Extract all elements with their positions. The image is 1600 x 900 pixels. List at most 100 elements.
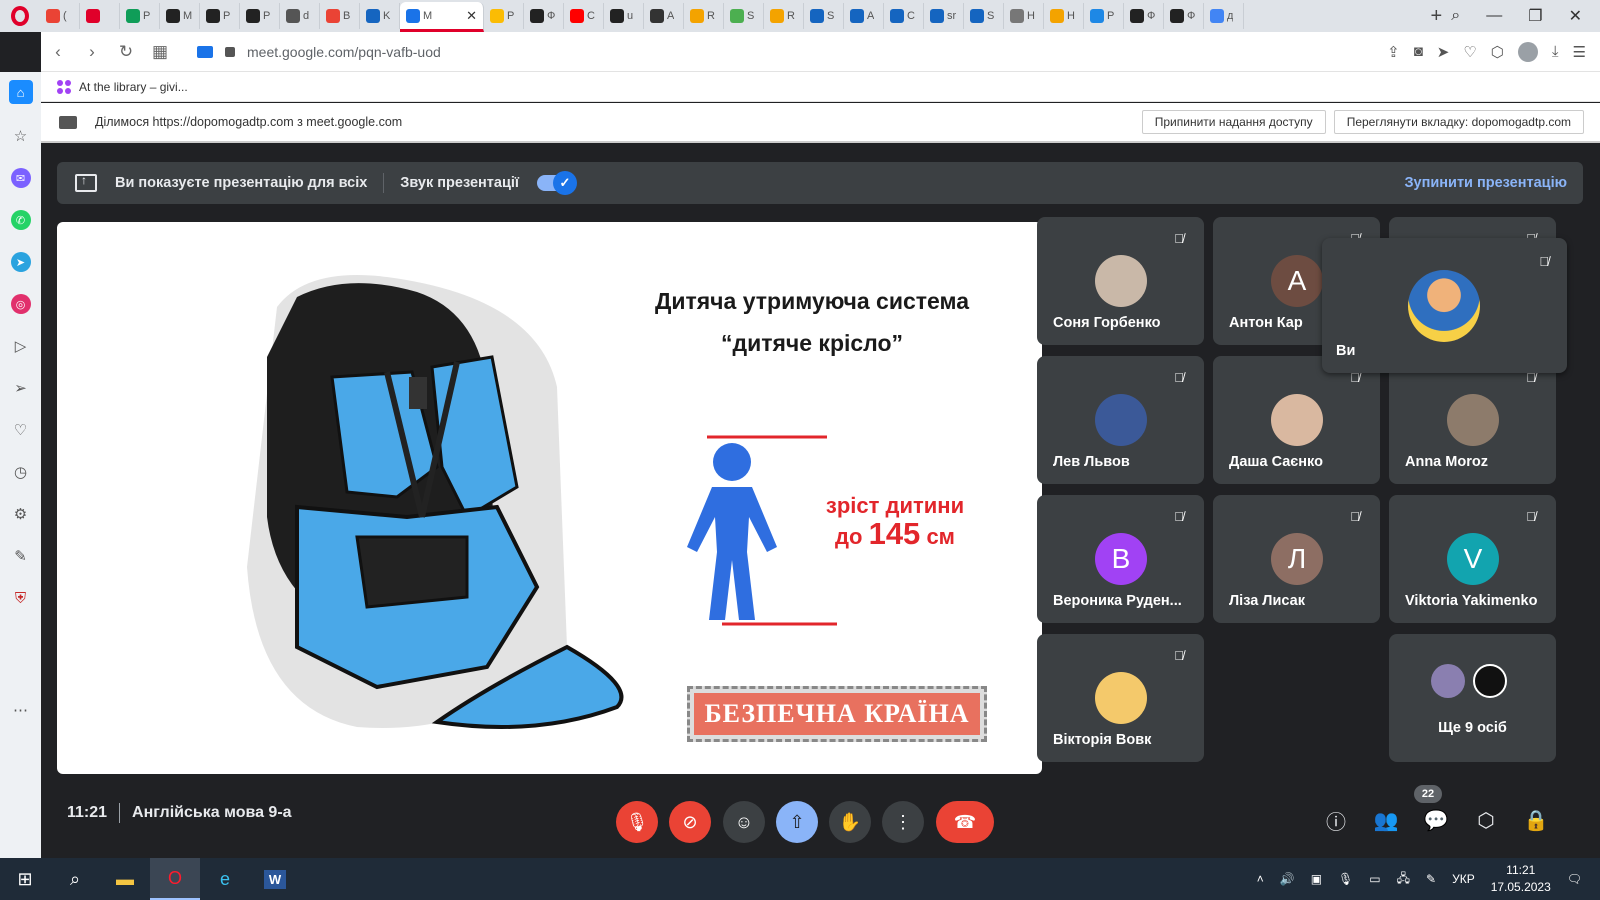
tips-icon[interactable]: ✎ [11, 546, 31, 566]
browser-tab[interactable]: S [724, 3, 764, 29]
minimize-button[interactable]: — [1486, 7, 1502, 25]
history-icon[interactable]: ◷ [11, 462, 31, 482]
edge-taskbar-button[interactable]: e [200, 858, 250, 900]
browser-tab[interactable]: B [320, 3, 360, 29]
browser-tab[interactable]: P [240, 3, 280, 29]
present-now-button[interactable]: ⇧ [776, 801, 818, 843]
leave-call-button[interactable]: ☎ [936, 801, 994, 843]
favorites-icon[interactable]: ♡ [11, 420, 31, 440]
snapshot-icon[interactable]: ◙ [1414, 43, 1423, 60]
browser-tab[interactable]: C [884, 3, 924, 29]
star-icon[interactable]: ☆ [11, 126, 31, 146]
telegram-icon[interactable]: ➤ [10, 252, 31, 272]
cube-icon[interactable]: ⬡ [1491, 43, 1504, 61]
settings-icon[interactable]: ⚙ [11, 504, 31, 524]
participant-tile[interactable]: 🎙̸ Anna Moroz [1389, 356, 1556, 484]
participant-tile[interactable]: 🎙̸ Соня Горбенко [1037, 217, 1204, 345]
file-explorer-button[interactable]: ▬ [100, 858, 150, 900]
close-window-button[interactable]: ✕ [1569, 6, 1582, 26]
battery-icon[interactable]: ▭ [1369, 872, 1380, 886]
browser-tab[interactable]: R [764, 3, 804, 29]
browser-tab[interactable]: R [684, 3, 724, 29]
browser-tab[interactable] [80, 3, 120, 29]
bookmark-item[interactable]: At the library – givi... [79, 80, 188, 94]
pen-icon[interactable]: ✎ [1426, 872, 1436, 886]
browser-tab[interactable]: M ✕ [400, 2, 484, 32]
browser-tab[interactable]: u [604, 3, 644, 29]
more-options-button[interactable]: ⋮ [882, 801, 924, 843]
back-button[interactable]: ‹ [41, 42, 75, 62]
browser-tab[interactable]: S [964, 3, 1004, 29]
player-icon[interactable]: ▷ [11, 336, 31, 356]
send-icon[interactable]: ➤ [1437, 43, 1450, 61]
adblock-icon[interactable]: ⛨ [11, 588, 31, 608]
meet-tray-icon[interactable]: ▣ [1311, 872, 1322, 886]
presentation-audio-toggle[interactable]: ✓ [537, 171, 577, 195]
more-participants-tile[interactable]: Ще 9 осіб [1389, 634, 1556, 762]
browser-tab[interactable]: S [804, 3, 844, 29]
browser-tab[interactable]: ( [40, 3, 80, 29]
volume-icon[interactable]: 🔊 [1280, 872, 1295, 886]
participant-tile[interactable]: 🎙̸ Лев Львов [1037, 356, 1204, 484]
browser-tab[interactable]: H [1044, 3, 1084, 29]
instagram-icon[interactable]: ◎ [10, 294, 31, 314]
stop-presenting-button[interactable]: Зупинити презентацію [1404, 175, 1567, 191]
microphone-toggle-button[interactable]: 🎙 [616, 801, 658, 843]
browser-tab[interactable]: P [200, 3, 240, 29]
home-icon[interactable]: ⌂ [8, 80, 33, 104]
browser-tab[interactable]: H [1004, 3, 1044, 29]
maximize-button[interactable]: ❐ [1528, 6, 1542, 26]
easy-setup-icon[interactable]: ☰ [1573, 43, 1586, 61]
host-controls-button[interactable]: 🔒 [1521, 805, 1551, 835]
chat-button[interactable]: 💬 [1421, 805, 1451, 835]
flow-icon[interactable]: ➢ [11, 378, 31, 398]
meeting-details-button[interactable]: ⓘ [1321, 805, 1351, 835]
forward-button[interactable]: › [75, 42, 109, 62]
download-icon[interactable]: ⤓ [1552, 43, 1559, 60]
word-taskbar-button[interactable]: W [250, 858, 300, 900]
participant-tile[interactable]: V 🎙̸ Viktoria Yakimenko [1389, 495, 1556, 623]
language-indicator[interactable]: УКР [1452, 872, 1475, 886]
messenger-icon[interactable]: ✉ [10, 168, 31, 188]
close-tab-icon[interactable]: ✕ [466, 8, 477, 24]
share-icon[interactable]: ⇪ [1387, 43, 1400, 61]
browser-tab[interactable]: Ф [1124, 3, 1164, 29]
reload-button[interactable]: ↻ [109, 42, 143, 62]
self-view-tile[interactable]: 🎙̸ Ви [1322, 238, 1567, 373]
participant-tile[interactable]: Л 🎙̸ Ліза Лисак [1213, 495, 1380, 623]
browser-tab[interactable]: P [484, 3, 524, 29]
browser-tab[interactable]: д [1204, 3, 1244, 29]
stop-sharing-button[interactable]: Припинити надання доступу [1141, 110, 1326, 134]
opera-taskbar-button[interactable]: O [150, 858, 200, 900]
new-tab-button[interactable]: + [1421, 5, 1451, 28]
browser-tab[interactable]: C [564, 3, 604, 29]
search-tabs-icon[interactable]: ⌕ [1451, 7, 1460, 25]
browser-tab[interactable]: Ф [1164, 3, 1204, 29]
participant-tile[interactable]: 🎙̸ Вікторія Вовк [1037, 634, 1204, 762]
notifications-icon[interactable]: 🗨 [1567, 872, 1582, 886]
browser-tab[interactable]: P [1084, 3, 1124, 29]
browser-tab[interactable]: A [844, 3, 884, 29]
browser-tab[interactable]: K [360, 3, 400, 29]
opera-menu-button[interactable] [0, 0, 40, 32]
browser-tab[interactable]: P [120, 3, 160, 29]
microphone-icon[interactable]: 🎙 [1338, 872, 1353, 886]
system-clock[interactable]: 11:21 17.05.2023 [1491, 862, 1551, 896]
activities-button[interactable]: ⬡ [1471, 805, 1501, 835]
browser-tab[interactable]: M [160, 3, 200, 29]
browser-tab[interactable]: A [644, 3, 684, 29]
lock-icon[interactable] [225, 46, 235, 57]
network-icon[interactable]: 🖧 [1397, 869, 1410, 890]
chevron-up-icon[interactable]: ˄ [1257, 872, 1264, 886]
heart-icon[interactable]: ♡ [1463, 43, 1476, 61]
participant-tile[interactable]: В 🎙̸ Вероника Руден... [1037, 495, 1204, 623]
search-button[interactable]: ⌕ [50, 858, 100, 900]
browser-tab[interactable]: Ф [524, 3, 564, 29]
start-button[interactable]: ⊞ [0, 858, 50, 900]
view-shared-tab-button[interactable]: Переглянути вкладку: dopomogadtp.com [1333, 110, 1584, 134]
profile-avatar[interactable] [1517, 41, 1538, 62]
people-button[interactable]: 👥 [1371, 805, 1401, 835]
more-icon[interactable]: ⋯ [11, 700, 31, 720]
whatsapp-icon[interactable]: ✆ [10, 210, 31, 230]
tabs-grid-icon[interactable]: ▦ [143, 42, 177, 62]
